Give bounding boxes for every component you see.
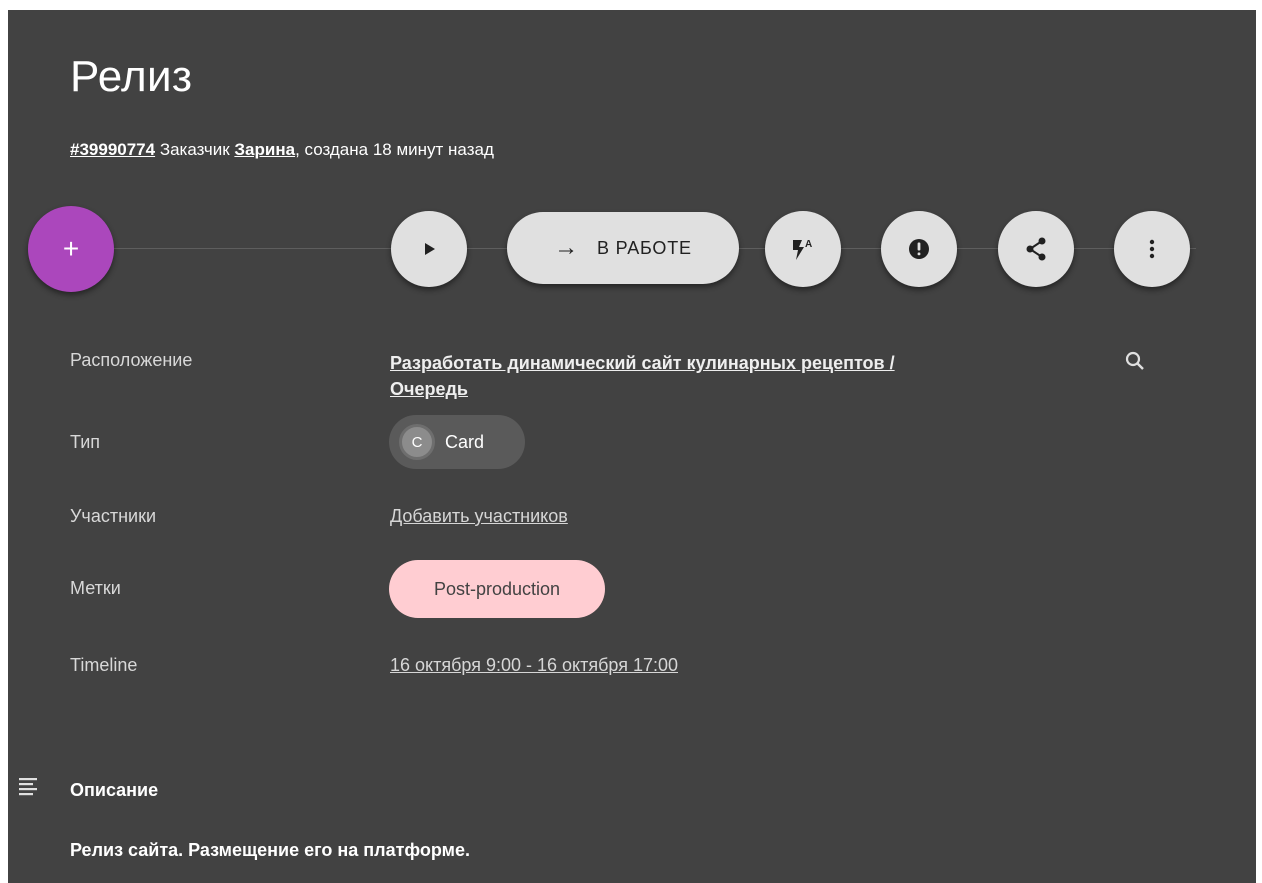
start-button[interactable] bbox=[391, 211, 467, 287]
share-icon bbox=[1026, 237, 1046, 261]
search-icon bbox=[1125, 351, 1144, 370]
location-link[interactable]: Разработать динамический сайт кулинарных… bbox=[390, 353, 895, 373]
task-meta: #39990774 Заказчик Зарина, создана 18 ми… bbox=[70, 140, 494, 160]
timeline-label: Timeline bbox=[70, 655, 138, 675]
created-text: , создана 18 минут назад bbox=[295, 140, 494, 159]
tags-label: Метки bbox=[70, 578, 121, 598]
type-value: Card bbox=[445, 431, 485, 452]
task-id-link[interactable]: #39990774 bbox=[70, 140, 155, 159]
location-label: Расположение bbox=[70, 350, 193, 370]
alert-circle-icon bbox=[909, 239, 929, 259]
arrow-right-icon: → bbox=[554, 234, 579, 261]
type-chip: C Card bbox=[389, 415, 525, 469]
svg-text:A: A bbox=[805, 239, 812, 250]
queue-link[interactable]: Очередь bbox=[390, 379, 468, 399]
add-button[interactable]: + bbox=[28, 206, 114, 292]
page-title: Релиз bbox=[70, 52, 193, 101]
customer-prefix: Заказчик bbox=[159, 140, 230, 159]
timeline-link[interactable]: 16 октября 9:00 - 16 октября 17:00 bbox=[390, 655, 678, 675]
customer-link[interactable]: Зарина bbox=[234, 140, 295, 159]
more-vertical-icon bbox=[1149, 239, 1155, 259]
type-label: Тип bbox=[70, 432, 101, 452]
play-icon bbox=[425, 243, 435, 255]
automation-button[interactable]: A bbox=[765, 211, 841, 287]
status-button-label: В РАБОТЕ bbox=[596, 237, 692, 258]
task-panel: Релиз #39990774 Заказчик Зарина, создана… bbox=[8, 10, 1256, 883]
description-icon bbox=[18, 776, 38, 803]
location-value: Разработать динамический сайт кулинарных… bbox=[390, 350, 895, 402]
participants-value: Добавить участников bbox=[390, 506, 568, 527]
status-button[interactable]: → В РАБОТЕ bbox=[507, 212, 739, 284]
tag-chip[interactable]: Post-production bbox=[389, 560, 605, 618]
flash-auto-icon: A bbox=[793, 239, 812, 260]
alert-button[interactable] bbox=[881, 211, 957, 287]
timeline-value: 16 октября 9:00 - 16 октября 17:00 bbox=[390, 655, 678, 676]
plus-icon: + bbox=[62, 233, 80, 264]
add-participants-link[interactable]: Добавить участников bbox=[390, 506, 568, 526]
share-button[interactable] bbox=[998, 211, 1074, 287]
search-button[interactable] bbox=[1124, 350, 1146, 377]
participants-label: Участники bbox=[70, 506, 156, 526]
more-button[interactable] bbox=[1114, 211, 1190, 287]
description-text: Релиз сайта. Размещение его на платформе… bbox=[70, 840, 470, 860]
description-title: Описание bbox=[70, 780, 159, 800]
type-avatar: C bbox=[399, 424, 435, 460]
